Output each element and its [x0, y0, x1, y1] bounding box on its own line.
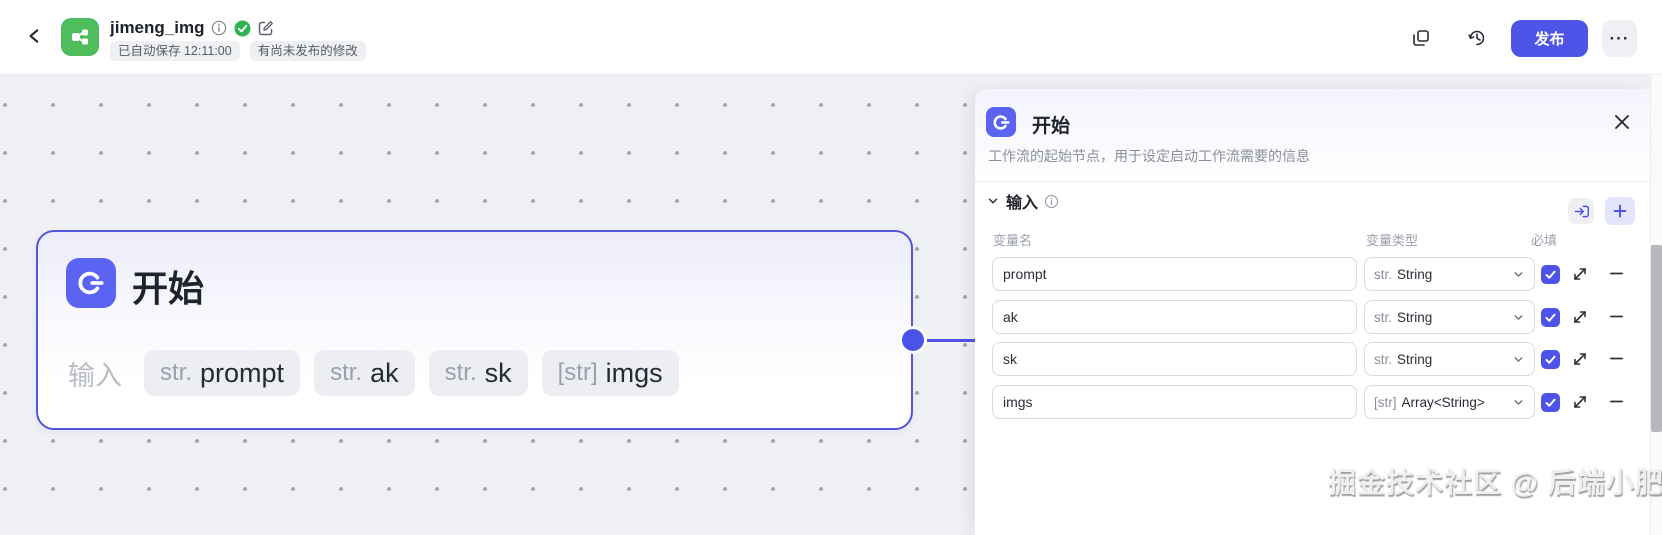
input-section-header[interactable]: 输入: [986, 188, 1059, 214]
node-output-port[interactable]: [902, 329, 924, 351]
history-icon[interactable]: [1467, 28, 1487, 48]
plus-icon: [1613, 204, 1627, 218]
node-tag-prompt[interactable]: str. prompt: [144, 350, 301, 396]
type-prefix: [str]: [1374, 394, 1397, 410]
required-checkbox[interactable]: [1541, 393, 1560, 412]
tag-name: prompt: [200, 357, 285, 388]
tag-name: imgs: [605, 357, 663, 388]
panel-scrollbar-thumb[interactable]: [1651, 245, 1662, 432]
status-badges: 已自动保存 12:11:00 有尚未发布的修改: [110, 41, 366, 61]
minus-icon: [1609, 400, 1623, 402]
check-icon: [1545, 270, 1556, 279]
power-start-icon: [993, 114, 1009, 130]
workflow-title-row: jimeng_img: [110, 16, 274, 40]
variable-type-select[interactable]: [str] Array<String>: [1364, 385, 1535, 419]
panel-node-icon: [986, 107, 1016, 137]
node-input-label: 输入: [68, 360, 122, 391]
duplicate-icon[interactable]: [1411, 28, 1431, 48]
start-node-icon: [66, 258, 116, 308]
expand-icon[interactable]: [1572, 309, 1588, 325]
remove-variable-button[interactable]: [1608, 308, 1624, 324]
column-header-required: 必填: [1531, 233, 1558, 248]
tag-type-prefix: str.: [444, 359, 477, 386]
more-actions-button[interactable]: ···: [1602, 20, 1637, 57]
chevron-down-icon: [1514, 271, 1523, 277]
divider: [975, 181, 1650, 182]
add-variable-button[interactable]: [1605, 197, 1635, 225]
info-icon: [1044, 194, 1059, 208]
import-icon: [1574, 205, 1589, 217]
power-start-icon: [78, 271, 104, 295]
tag-type-prefix: [str]: [557, 359, 598, 386]
chevron-down-icon: [1514, 356, 1523, 362]
check-icon: [1545, 313, 1556, 322]
workflow-editor: 开始 输入 str. prompt str. ak str. sk [str] …: [0, 0, 1662, 535]
required-checkbox[interactable]: [1541, 265, 1560, 284]
top-bar: jimeng_img 已自动保存 12:11:00 有尚未发布的修改 发布 ··…: [0, 0, 1662, 75]
check-icon: [1545, 398, 1556, 407]
published-check-badge: [234, 20, 251, 36]
type-name: String: [1397, 351, 1433, 367]
node-tag-sk[interactable]: str. sk: [428, 350, 528, 396]
minus-icon: [1609, 315, 1623, 317]
chevron-down-icon: [988, 198, 998, 204]
tag-type-prefix: str.: [160, 359, 193, 386]
minus-icon: [1609, 272, 1623, 274]
variable-name-input[interactable]: [992, 385, 1357, 419]
back-button[interactable]: [26, 27, 48, 49]
required-checkbox[interactable]: [1541, 308, 1560, 327]
unpublished-changes-badge: 有尚未发布的修改: [249, 41, 366, 61]
start-node[interactable]: 开始 输入 str. prompt str. ak str. sk [str] …: [36, 230, 913, 430]
workflow-title: jimeng_img: [110, 18, 205, 37]
variable-type-select[interactable]: str. String: [1364, 300, 1535, 334]
panel-description: 工作流的起始节点，用于设定启动工作流需要的信息: [988, 148, 1310, 164]
edit-icon[interactable]: [258, 20, 274, 36]
remove-variable-button[interactable]: [1608, 350, 1624, 366]
variable-name-input[interactable]: [992, 342, 1357, 376]
variable-name-input[interactable]: [992, 300, 1357, 334]
node-config-panel: 开始 工作流的起始节点，用于设定启动工作流需要的信息 输入 变量名 变量类型 必…: [975, 89, 1650, 535]
expand-icon[interactable]: [1572, 394, 1588, 410]
tag-type-prefix: str.: [330, 359, 363, 386]
info-icon[interactable]: [211, 20, 227, 36]
chevron-down-icon: [1514, 314, 1523, 320]
check-icon: [1545, 355, 1556, 364]
node-tag-ak[interactable]: str. ak: [314, 350, 415, 396]
chevron-left-icon: [29, 29, 39, 43]
chevron-down-icon: [1514, 399, 1523, 405]
minus-icon: [1609, 357, 1623, 359]
variable-name-input[interactable]: [992, 257, 1357, 291]
node-input-row: 输入 str. prompt str. ak str. sk [str] img…: [60, 350, 679, 396]
type-prefix: str.: [1374, 309, 1393, 325]
type-prefix: str.: [1374, 351, 1393, 367]
input-section-label: 输入: [1006, 195, 1039, 212]
remove-variable-button[interactable]: [1608, 393, 1624, 409]
remove-variable-button[interactable]: [1608, 265, 1624, 281]
workflow-glyph-icon: [72, 29, 88, 45]
publish-button[interactable]: 发布: [1511, 20, 1588, 57]
type-name: Array<String>: [1401, 394, 1485, 410]
panel-title: 开始: [1032, 116, 1071, 137]
autosave-badge: 已自动保存 12:11:00: [110, 41, 240, 61]
expand-icon[interactable]: [1572, 266, 1588, 282]
workflow-app-icon: [61, 18, 99, 56]
type-name: String: [1397, 266, 1433, 282]
column-header-name: 变量名: [993, 233, 1033, 248]
close-icon: [1615, 115, 1629, 129]
column-header-type: 变量类型: [1366, 233, 1419, 248]
required-checkbox[interactable]: [1541, 350, 1560, 369]
tag-name: sk: [484, 357, 512, 388]
type-name: String: [1397, 309, 1433, 325]
variable-type-select[interactable]: str. String: [1364, 342, 1535, 376]
tag-name: ak: [370, 357, 399, 388]
import-variables-button[interactable]: [1568, 198, 1594, 224]
variable-type-select[interactable]: str. String: [1364, 257, 1535, 291]
expand-icon[interactable]: [1572, 351, 1588, 367]
close-panel-button[interactable]: [1609, 109, 1635, 135]
node-tag-imgs[interactable]: [str] imgs: [541, 350, 679, 396]
node-title: 开始: [132, 268, 205, 309]
type-prefix: str.: [1374, 266, 1393, 282]
